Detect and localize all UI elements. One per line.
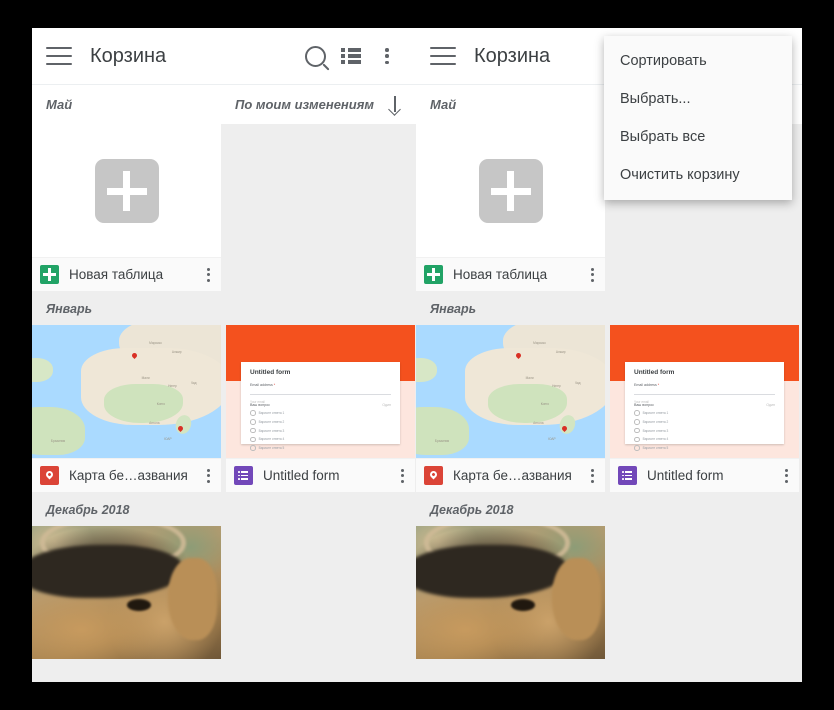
maps-pin-icon (424, 466, 443, 485)
dog-with-goggles-image (416, 526, 605, 659)
file-card-form[interactable]: Untitled form Email address * Your email… (610, 325, 799, 492)
menu-item-select-all[interactable]: Выбрать все (604, 118, 792, 156)
menu-item-empty-trash[interactable]: Очистить корзину (604, 156, 792, 194)
sheets-icon (40, 265, 59, 284)
form-option: Вариант ответа 3 (259, 429, 285, 433)
form-option: Вариант ответа 2 (259, 420, 285, 424)
phone-screen-left: Корзина Май По моим изменениям Новая таб… (32, 28, 418, 682)
file-card-map[interactable]: Марокко Алжир Мали Нигер Чад Конго Ангол… (32, 325, 221, 492)
file-name: Untitled form (647, 468, 785, 483)
section-january-grid: Марокко Алжир Мали Нигер Чад Конго Ангол… (32, 325, 418, 492)
thumbnail-sheet (416, 124, 605, 257)
file-card-form[interactable]: Untitled form Email address * Your email… (226, 325, 415, 492)
section-december-grid (416, 526, 802, 659)
thumbnail-photo (416, 526, 605, 659)
thumbnail-map: Марокко Алжир Мали Нигер Чад Конго Ангол… (416, 325, 605, 458)
section-label-january: Январь (32, 291, 418, 325)
form-preview-title: Untitled form (250, 369, 391, 376)
thumbnail-sheet (32, 124, 221, 257)
form-option: Вариант ответа 2 (643, 420, 669, 424)
forms-icon (618, 466, 637, 485)
section-december-grid (32, 526, 418, 659)
form-option: Вариант ответа 5 (259, 446, 285, 450)
form-option: Вариант ответа 4 (643, 437, 669, 441)
arrow-down-icon[interactable] (388, 96, 402, 113)
file-card-bar: Untitled form (610, 458, 799, 492)
hamburger-icon[interactable] (430, 47, 456, 65)
file-name: Карта бе…азвания (453, 468, 591, 483)
section-label-january: Январь (416, 291, 802, 325)
file-name: Untitled form (263, 468, 401, 483)
form-option: Вариант ответа 4 (259, 437, 285, 441)
forms-icon (234, 466, 253, 485)
section-may-grid: Новая таблица (32, 124, 418, 291)
file-name: Новая таблица (69, 267, 207, 282)
file-card-sheet[interactable]: Новая таблица (32, 124, 221, 291)
form-option: Вариант ответа 1 (643, 411, 669, 415)
phone-screen-right: Корзина Май По моим изменениям Новая таб… (416, 28, 802, 682)
thumbnail-form: Untitled form Email address * Your email… (226, 325, 415, 458)
page-title: Корзина (90, 45, 296, 68)
file-card-bar: Новая таблица (32, 257, 221, 291)
file-card-sheet[interactable]: Новая таблица (416, 124, 605, 291)
file-card-bar: Untitled form (226, 458, 415, 492)
form-preview-note: Один (382, 403, 391, 407)
file-card-bar: Новая таблица (416, 257, 605, 291)
file-overflow-icon[interactable] (591, 268, 594, 282)
file-overflow-icon[interactable] (207, 268, 210, 282)
file-overflow-icon[interactable] (207, 469, 210, 483)
form-preview-title: Untitled form (634, 369, 775, 376)
form-option: Вариант ответа 5 (643, 446, 669, 450)
file-card-map[interactable]: Марокко Алжир Мали Нигер Чад Конго Ангол… (416, 325, 605, 492)
search-icon[interactable] (298, 39, 332, 73)
sort-bar: Май По моим изменениям (32, 84, 418, 124)
file-name: Новая таблица (453, 267, 591, 282)
world-map-image: Марокко Алжир Мали Нигер Чад Конго Ангол… (32, 325, 221, 458)
form-preview-image: Untitled form Email address * Your email… (610, 325, 799, 458)
sort-by-label[interactable]: По моим изменениям (235, 97, 374, 112)
app-bar: Корзина (32, 28, 418, 84)
form-preview-image: Untitled form Email address * Your email… (226, 325, 415, 458)
form-option: Вариант ответа 3 (643, 429, 669, 433)
required-mark: * (658, 383, 659, 387)
file-card-photo[interactable] (32, 526, 221, 659)
file-card-bar: Карта бе…азвания (32, 458, 221, 492)
required-mark: * (274, 383, 275, 387)
file-list[interactable]: Новая таблица Январь Марокко Алжир Мали … (32, 124, 418, 682)
blank-sheet-placeholder-icon (95, 159, 159, 223)
thumbnail-form: Untitled form Email address * Your email… (610, 325, 799, 458)
form-preview-note: Один (766, 403, 775, 407)
maps-pin-icon (40, 466, 59, 485)
file-card-photo[interactable] (416, 526, 605, 659)
blank-sheet-placeholder-icon (479, 159, 543, 223)
form-preview-email-label: Email address (250, 383, 273, 387)
file-list[interactable]: Новая таблица Январь Марокко Алжир Мали … (416, 124, 802, 682)
form-preview-question: Ваш вопрос (634, 403, 654, 407)
current-month-label: Май (46, 97, 235, 112)
list-view-icon[interactable] (334, 39, 368, 73)
section-label-december: Декабрь 2018 (32, 492, 418, 526)
dog-with-goggles-image (32, 526, 221, 659)
section-january-grid: Марокко Алжир Мали Нигер Чад Конго Ангол… (416, 325, 802, 492)
overflow-menu-popup[interactable]: Сортировать Выбрать... Выбрать все Очист… (604, 36, 792, 200)
file-card-bar: Карта бе…азвания (416, 458, 605, 492)
menu-item-sort[interactable]: Сортировать (604, 42, 792, 80)
form-option: Вариант ответа 1 (259, 411, 285, 415)
form-preview-email-label: Email address (634, 383, 657, 387)
menu-item-select[interactable]: Выбрать... (604, 80, 792, 118)
world-map-image: Марокко Алжир Мали Нигер Чад Конго Ангол… (416, 325, 605, 458)
file-overflow-icon[interactable] (401, 469, 404, 483)
file-name: Карта бе…азвания (69, 468, 207, 483)
thumbnail-map: Марокко Алжир Мали Нигер Чад Конго Ангол… (32, 325, 221, 458)
sheets-icon (424, 265, 443, 284)
section-label-december: Декабрь 2018 (416, 492, 802, 526)
form-preview-question: Ваш вопрос (250, 403, 270, 407)
file-overflow-icon[interactable] (591, 469, 594, 483)
thumbnail-photo (32, 526, 221, 659)
file-overflow-icon[interactable] (785, 469, 788, 483)
hamburger-icon[interactable] (46, 47, 72, 65)
current-month-label: Май (430, 97, 619, 112)
overflow-menu-icon[interactable] (370, 39, 404, 73)
